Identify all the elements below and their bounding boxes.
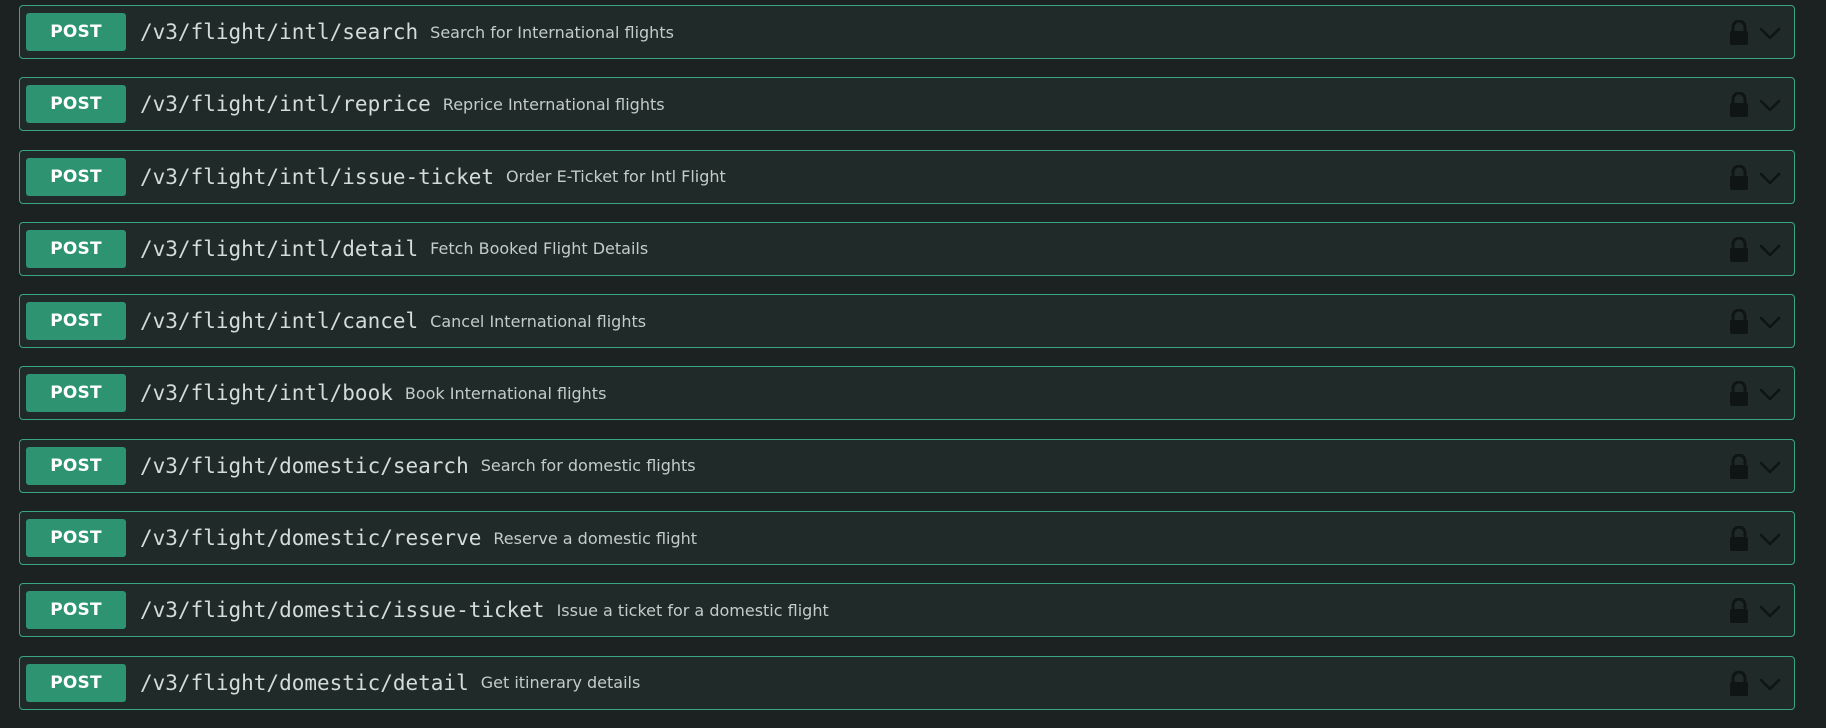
endpoint-path[interactable]: /v3/flight/intl/book [140,381,393,405]
method-badge: POST [26,663,126,702]
lock-icon[interactable] [1728,92,1750,118]
chevron-down-icon[interactable] [1758,93,1782,117]
operation-block[interactable]: POST /v3/flight/domestic/search Search f… [19,438,1795,493]
lock-icon[interactable] [1728,309,1750,335]
chevron-down-icon[interactable] [1758,21,1782,45]
endpoint-path[interactable]: /v3/flight/domestic/search [140,454,469,478]
endpoint-path[interactable]: /v3/flight/domestic/reserve [140,526,481,550]
chevron-down-icon[interactable] [1758,455,1782,479]
operation-block[interactable]: POST /v3/flight/domestic/detail Get itin… [19,655,1795,710]
lock-icon[interactable] [1728,670,1750,697]
chevron-down-icon[interactable] [1758,238,1782,262]
method-badge: POST [26,85,126,124]
endpoint-summary: Search for domestic flights [480,456,696,476]
chevron-down-icon[interactable] [1758,599,1782,623]
chevron-down-icon[interactable] [1758,382,1782,406]
endpoint-path[interactable]: /v3/flight/intl/issue-ticket [140,165,494,189]
method-badge: POST [26,229,126,268]
method-badge: POST [26,302,126,341]
endpoint-summary: Get itinerary details [480,673,641,693]
operation-block[interactable]: POST /v3/flight/intl/reprice Reprice Int… [19,77,1795,132]
endpoint-path[interactable]: /v3/flight/domestic/issue-ticket [140,598,545,622]
operations-list: POST /v3/flight/intl/search Search for I… [19,5,1795,728]
operation-block[interactable]: POST /v3/flight/intl/detail Fetch Booked… [19,221,1795,276]
endpoint-path[interactable]: /v3/flight/intl/cancel [140,309,418,333]
lock-icon[interactable] [1728,526,1750,552]
endpoint-summary: Reserve a domestic flight [493,528,698,548]
operation-block[interactable]: POST /v3/flight/domestic/reserve Reserve… [19,511,1795,566]
operation-block[interactable]: POST /v3/flight/domestic/issue-ticket Is… [19,583,1795,638]
method-badge: POST [26,13,126,51]
chevron-down-icon[interactable] [1758,527,1782,551]
method-badge: POST [26,519,126,558]
endpoint-path[interactable]: /v3/flight/domestic/detail [140,671,469,695]
lock-icon[interactable] [1728,453,1750,480]
operation-block[interactable]: POST /v3/flight/intl/search Search for I… [19,5,1795,59]
method-badge: POST [26,591,126,630]
lock-icon[interactable] [1728,20,1750,46]
chevron-down-icon[interactable] [1758,310,1782,334]
endpoint-summary: Fetch Booked Flight Details [430,239,649,259]
operation-block[interactable]: POST /v3/flight/intl/issue-ticket Order … [19,149,1795,204]
endpoint-path[interactable]: /v3/flight/intl/detail [140,237,418,261]
endpoint-summary: Cancel International flights [430,311,647,331]
endpoint-summary: Reprice International flights [442,94,665,114]
endpoint-path[interactable]: /v3/flight/intl/search [140,20,418,44]
lock-icon[interactable] [1728,164,1750,191]
lock-icon[interactable] [1728,381,1750,407]
lock-icon[interactable] [1728,236,1750,263]
endpoint-path[interactable]: /v3/flight/intl/reprice [140,92,431,116]
lock-icon[interactable] [1728,598,1750,624]
endpoint-summary: Issue a ticket for a domestic flight [556,600,829,620]
method-badge: POST [26,446,126,485]
endpoint-summary: Order E-Ticket for Intl Flight [506,167,726,187]
endpoint-summary: Book International flights [404,383,607,403]
endpoint-summary: Search for International flights [430,22,674,42]
operation-block[interactable]: POST /v3/flight/intl/cancel Cancel Inter… [19,294,1795,349]
chevron-down-icon[interactable] [1758,166,1782,190]
method-badge: POST [26,157,126,196]
chevron-down-icon[interactable] [1758,672,1782,696]
operation-block[interactable]: POST /v3/flight/intl/book Book Internati… [19,366,1795,421]
method-badge: POST [26,374,126,413]
